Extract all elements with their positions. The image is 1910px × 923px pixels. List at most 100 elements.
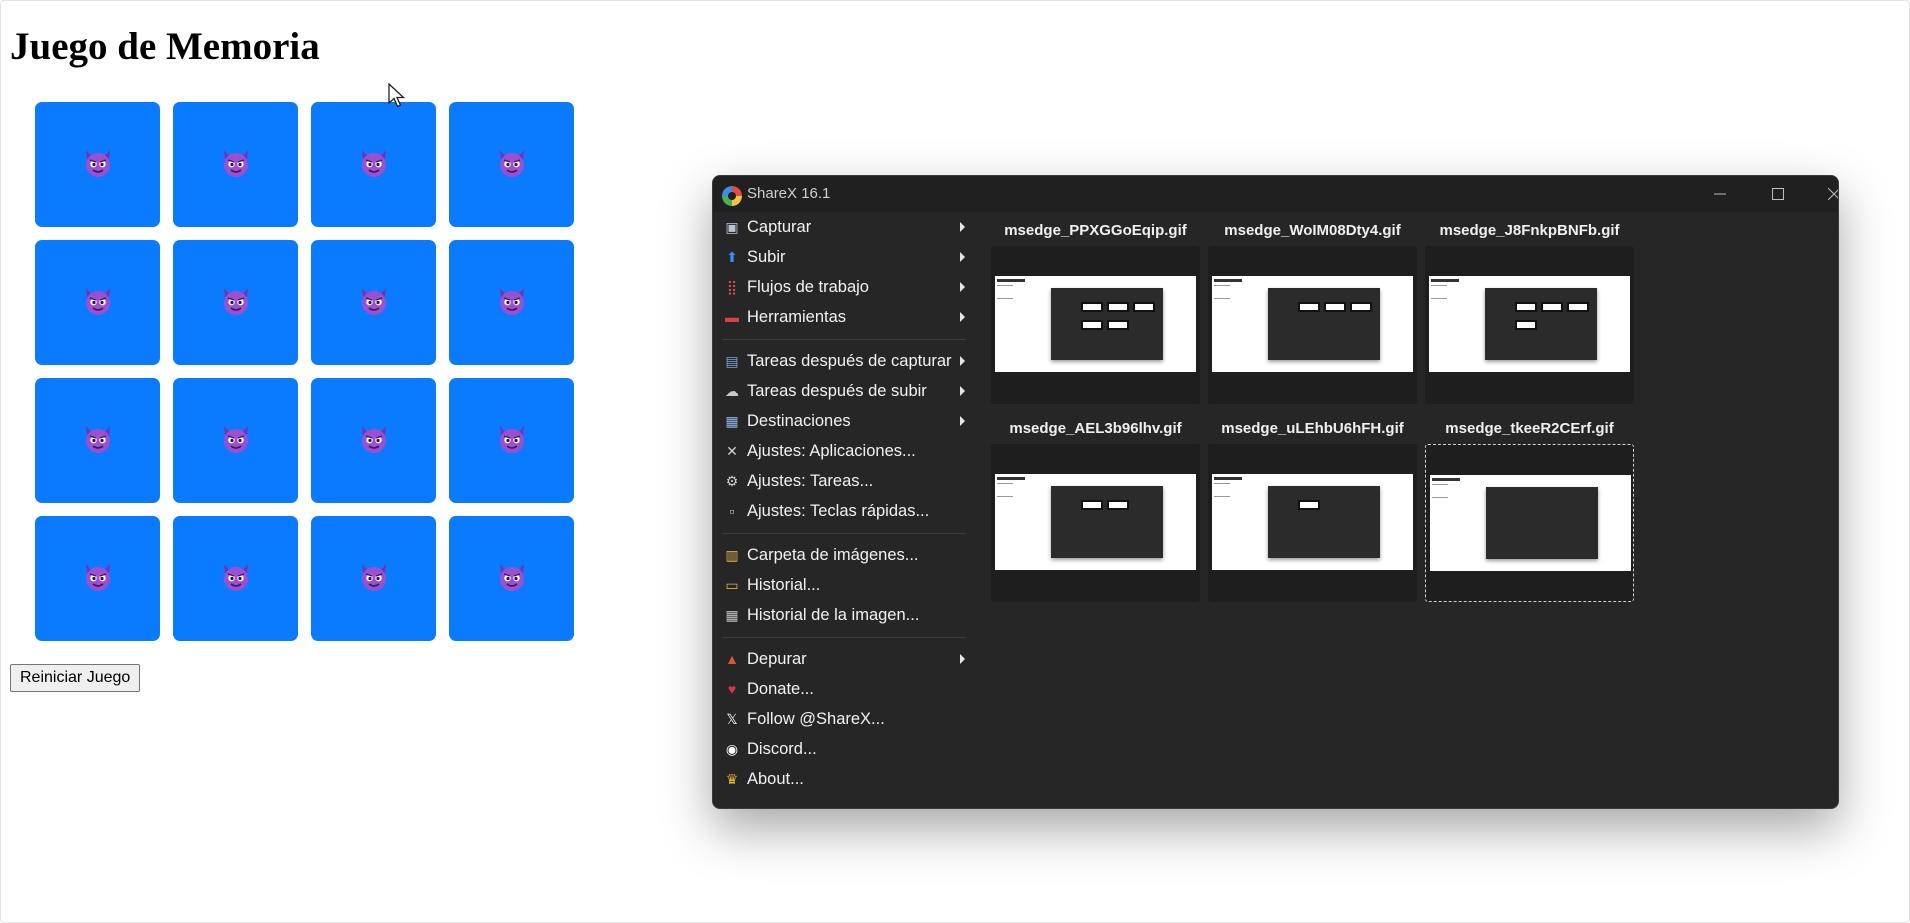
sharex-window: ShareX 16.1 ▣ Capturar ⬆ Subir ⣿ Flujos de tr… [712, 175, 1839, 809]
memory-card[interactable] [35, 516, 160, 641]
menu-item-label: Subir [747, 247, 786, 266]
menu-item-subir[interactable]: ⬆ Subir [713, 242, 973, 272]
sharex-logo-icon [722, 186, 742, 206]
thumbnail-item[interactable]: msedge_PPXGGoEqip.gif [991, 218, 1200, 408]
close-button[interactable] [1805, 176, 1838, 212]
submenu-arrow-icon [960, 312, 965, 322]
menu-item-label: Destinaciones [747, 411, 851, 430]
history-icon: ▭ [725, 576, 739, 593]
app-settings-icon: ✕ [726, 442, 738, 459]
smiling-imp-icon [495, 422, 529, 460]
memory-card[interactable] [311, 378, 436, 503]
memory-card[interactable] [35, 240, 160, 365]
smiling-imp-icon [357, 146, 391, 184]
upload-icon: ⬆ [726, 248, 738, 265]
menu-item-historial-de-la-imagen[interactable]: ▦ Historial de la imagen... [713, 600, 973, 630]
menu-item-label: Carpeta de imágenes... [747, 545, 919, 564]
thumbnail-preview-image [1212, 474, 1413, 570]
maximize-button[interactable] [1749, 176, 1807, 212]
memory-card[interactable] [173, 102, 298, 227]
memory-card[interactable] [449, 378, 574, 503]
memory-card[interactable] [173, 378, 298, 503]
minimize-button[interactable] [1691, 176, 1749, 212]
memory-card[interactable] [35, 378, 160, 503]
thumbnail-frame [1425, 246, 1634, 404]
menu-item-follow-@sharex[interactable]: 𝕏 Follow @ShareX... [713, 704, 973, 734]
menu-item-label: Tareas después de subir [747, 381, 927, 400]
menu-item-destinaciones[interactable]: ▦ Destinaciones [713, 406, 973, 436]
menu-item-about[interactable]: ♛ About... [713, 764, 973, 794]
thumbnail-item[interactable]: msedge_tkeeR2CErf.gif [1425, 416, 1634, 606]
reset-game-button[interactable]: Reiniciar Juego [10, 664, 141, 692]
smiling-imp-icon [81, 422, 115, 460]
menu-item-tareas-después-de-capturar[interactable]: ▤ Tareas después de capturar [713, 346, 973, 376]
crown-icon: ♛ [725, 770, 739, 787]
discord-icon: ◉ [725, 740, 739, 757]
thumbnail-item[interactable]: msedge_AEL3b96lhv.gif [991, 416, 1200, 606]
memory-card[interactable] [311, 240, 436, 365]
submenu-arrow-icon [960, 252, 965, 262]
thumbnail-filename: msedge_tkeeR2CErf.gif [1445, 420, 1614, 437]
memory-card[interactable] [173, 240, 298, 365]
menu-item-label: Ajustes: Tareas... [747, 471, 874, 490]
thumbnail-preview-image [995, 276, 1196, 372]
submenu-arrow-icon [960, 654, 965, 664]
menu-item-ajustes-tareas[interactable]: ⚙ Ajustes: Tareas... [713, 466, 973, 496]
smiling-imp-icon [219, 560, 253, 598]
menu-item-flujos-de-trabajo[interactable]: ⣿ Flujos de trabajo [713, 272, 973, 302]
after-upload-icon: ☁ [725, 382, 739, 399]
submenu-arrow-icon [960, 386, 965, 396]
thumbnail-item[interactable]: msedge_J8FnkpBNFb.gif [1425, 218, 1634, 408]
smiling-imp-icon [219, 422, 253, 460]
submenu-arrow-icon [960, 416, 965, 426]
thumbnail-preview-image [995, 474, 1196, 570]
title-bar[interactable]: ShareX 16.1 [713, 176, 1838, 212]
menu-item-historial[interactable]: ▭ Historial... [713, 570, 973, 600]
folder-icon: ▥ [725, 546, 739, 563]
menu-item-depurar[interactable]: ▲ Depurar [713, 644, 973, 674]
memory-card[interactable] [449, 516, 574, 641]
submenu-arrow-icon [960, 282, 965, 292]
memory-card[interactable] [449, 240, 574, 365]
menu-item-ajustes-aplicaciones[interactable]: ✕ Ajustes: Aplicaciones... [713, 436, 973, 466]
thumbnail-frame [991, 246, 1200, 404]
menu-item-capturar[interactable]: ▣ Capturar [713, 212, 973, 242]
x-logo-icon: 𝕏 [726, 710, 738, 727]
submenu-arrow-icon [960, 222, 965, 232]
heart-icon: ♥ [727, 681, 737, 697]
mouse-cursor-icon [388, 83, 406, 108]
thumbnail-filename: msedge_PPXGGoEqip.gif [1004, 222, 1187, 239]
thumbnail-item[interactable]: msedge_uLEhbU6hFH.gif [1208, 416, 1417, 606]
capture-icon: ▣ [725, 218, 739, 235]
menu-item-discord[interactable]: ◉ Discord... [713, 734, 973, 764]
maximize-icon [1772, 188, 1784, 200]
menu-separator [723, 637, 965, 638]
menu-item-label: Historial... [747, 575, 821, 594]
memory-card[interactable] [173, 516, 298, 641]
memory-card[interactable] [311, 516, 436, 641]
thumbnail-item[interactable]: msedge_WoIM08Dty4.gif [1208, 218, 1417, 408]
image-history-icon: ▦ [725, 606, 739, 623]
destinations-icon: ▦ [725, 412, 739, 429]
menu-item-herramientas[interactable]: ▬ Herramientas [713, 302, 973, 332]
menu-item-carpeta-de-imágenes[interactable]: ▥ Carpeta de imágenes... [713, 540, 973, 570]
smiling-imp-icon [81, 146, 115, 184]
thumbnail-preview-image [1430, 475, 1631, 571]
thumbnail-preview-image [1212, 276, 1413, 372]
page-title: Juego de Memoria [10, 25, 320, 68]
memory-card[interactable] [35, 102, 160, 227]
memory-card[interactable] [449, 102, 574, 227]
memory-card-grid [35, 102, 574, 641]
memory-card[interactable] [311, 102, 436, 227]
menu-separator [723, 533, 965, 534]
menu-item-label: Capturar [747, 217, 812, 236]
menu-item-label: Historial de la imagen... [747, 605, 920, 624]
thumbnail-filename: msedge_uLEhbU6hFH.gif [1221, 420, 1404, 437]
after-capture-icon: ▤ [725, 352, 739, 369]
menu-item-tareas-después-de-subir[interactable]: ☁ Tareas después de subir [713, 376, 973, 406]
close-icon [1828, 188, 1838, 200]
thumbnail-frame [1425, 444, 1634, 602]
menu-item-donate[interactable]: ♥ Donate... [713, 674, 973, 704]
submenu-arrow-icon [960, 356, 965, 366]
menu-item-ajustes-teclas-rápidas[interactable]: ▫ Ajustes: Teclas rápidas... [713, 496, 973, 526]
